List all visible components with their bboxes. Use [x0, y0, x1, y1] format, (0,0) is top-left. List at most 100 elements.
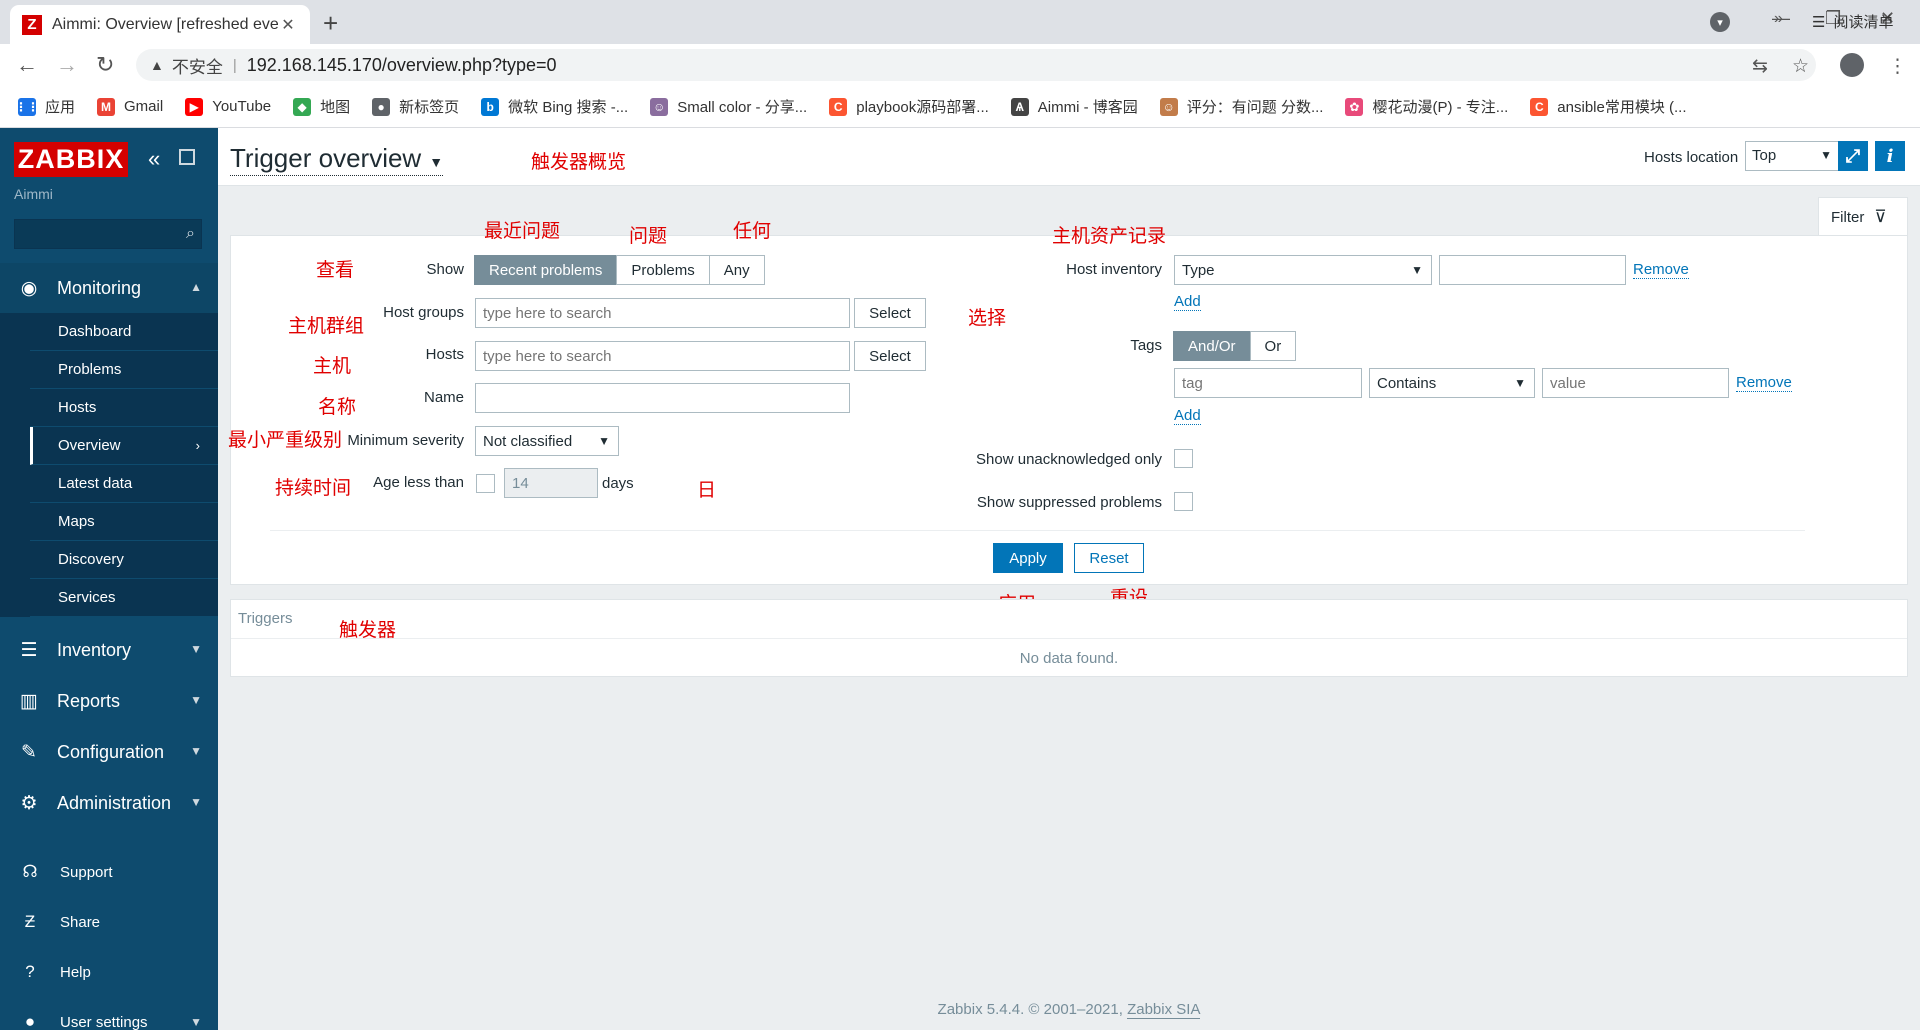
host-groups-label: Host groups [383, 304, 464, 321]
bookmark-item[interactable]: Cplaybook源码部署... [829, 96, 989, 117]
bookmark-item[interactable]: ▶ YouTube [185, 97, 271, 116]
search-icon[interactable]: ⌕ [186, 225, 195, 243]
annotation-days: 日 [697, 480, 717, 501]
maps-icon: ◆ [293, 97, 312, 116]
host-groups-select-button[interactable]: Select [854, 298, 926, 328]
menu-inventory-header[interactable]: ☰ Inventory ▼ [0, 625, 218, 675]
annotation-name: 名称 [318, 397, 357, 418]
reading-list[interactable]: ☰ 阅读清单 [1812, 11, 1893, 32]
show-option-any[interactable]: Any [708, 255, 765, 285]
sidebar-item-user-settings[interactable]: ● User settings ▼ [0, 997, 218, 1030]
apply-button[interactable]: Apply [993, 543, 1063, 573]
menu-administration-header[interactable]: ⚙ Administration ▼ [0, 778, 218, 828]
menu-kebab-icon[interactable]: ⋮ [1888, 55, 1907, 78]
show-option-recent-problems[interactable]: Recent problems [474, 255, 618, 285]
tag-name-input[interactable] [1174, 368, 1362, 398]
tags-option-or[interactable]: Or [1249, 331, 1297, 361]
inventory-remove-link[interactable]: Remove [1633, 261, 1689, 279]
youtube-icon: ▶ [185, 97, 204, 116]
menu-monitoring-label: Monitoring [57, 277, 142, 298]
bookmark-item[interactable]: ☺ 评分：有问题 分数... [1159, 96, 1323, 117]
bookmark-label: 地图 [320, 99, 351, 116]
sidebar-item-discovery[interactable]: Discovery [30, 541, 218, 579]
translate-icon[interactable]: ⇆ [1752, 55, 1768, 78]
tags-option-and-or[interactable]: And/Or [1173, 331, 1251, 361]
menu-reports-header[interactable]: ▥ Reports ▼ [0, 676, 218, 726]
warning-icon[interactable]: ▲ [150, 57, 164, 73]
tag-add-link[interactable]: Add [1174, 407, 1201, 425]
sidebar-item-hosts[interactable]: Hosts [30, 389, 218, 427]
sidebar-item-services[interactable]: Services [30, 579, 218, 617]
footer-link[interactable]: Zabbix SIA [1127, 1001, 1201, 1019]
bookmark-item[interactable]: ✿ 樱花动漫(P) - 专注... [1345, 96, 1508, 117]
tag-operator-select[interactable]: Contains ▼ [1369, 368, 1535, 398]
menu-monitoring-header[interactable]: ◉ Monitoring ▲ [0, 263, 218, 313]
sidebar-item-maps[interactable]: Maps [30, 503, 218, 541]
profile-avatar[interactable] [1840, 53, 1864, 77]
bookmark-star-icon[interactable]: ☆ [1792, 55, 1809, 78]
bookmark-item[interactable]: ⋮⋮ 应用 [15, 96, 75, 117]
annotation-any: 任何 [733, 221, 772, 242]
sidebar-item-help[interactable]: ? Help [0, 947, 218, 997]
fullscreen-icon[interactable]: ⤢ [1838, 141, 1868, 171]
menu-configuration-header[interactable]: ✎ Configuration ▼ [0, 727, 218, 777]
tab-search-icon[interactable]: ▾ [1710, 12, 1730, 32]
sidebar-item-share[interactable]: Ƶ Share [0, 897, 218, 947]
suppressed-checkbox[interactable] [1174, 492, 1193, 511]
age-input[interactable] [504, 468, 598, 498]
filter-tab[interactable]: Filter ⊽ [1818, 197, 1908, 236]
new-tab-icon[interactable]: + [323, 8, 338, 39]
close-tab-icon[interactable]: ✕ [278, 15, 298, 35]
bookmark-item[interactable]: ◆ 地图 [293, 96, 350, 117]
url-text: 192.168.145.170/overview.php?type=0 [246, 54, 557, 75]
zabbix-logo[interactable]: ZABBIX [14, 142, 128, 177]
bookmark-item[interactable]: M Gmail [97, 97, 164, 116]
browser-tab[interactable]: Z Aimmi: Overview [refreshed every 30 se… [10, 5, 310, 44]
bookmark-item[interactable]: b 微软 Bing 搜索 -... [481, 96, 628, 117]
sidebar-item-support[interactable]: ☊ Support [0, 847, 218, 897]
hosts-select-button[interactable]: Select [854, 341, 926, 371]
sidebar-item-problems[interactable]: Problems [30, 351, 218, 389]
menu-reports: ▥ Reports ▼ [0, 676, 218, 726]
sidebar-search-input[interactable]: ⌕ [14, 219, 202, 249]
unacknowledged-checkbox[interactable] [1174, 449, 1193, 468]
tag-value-input[interactable] [1542, 368, 1729, 398]
back-icon[interactable]: ← [16, 52, 38, 78]
bookmark-item[interactable]: ● 新标签页 [372, 96, 459, 117]
info-icon[interactable]: i [1875, 141, 1905, 171]
kiosk-mode-icon[interactable] [179, 149, 195, 165]
inventory-type-select[interactable]: Type ▼ [1174, 255, 1432, 285]
forward-icon[interactable]: → [56, 52, 78, 78]
collapse-sidebar-icon[interactable]: « [148, 146, 160, 172]
host-groups-input[interactable] [475, 298, 850, 328]
inventory-add-link[interactable]: Add [1174, 293, 1201, 311]
sidebar-item-overview[interactable]: Overview › [30, 427, 218, 465]
sidebar-item-dashboard[interactable]: Dashboard [30, 313, 218, 351]
csdn-icon: C [829, 97, 848, 116]
bookmark-item[interactable]: Cansible常用模块 (... [1530, 96, 1687, 117]
bookmark-item[interactable]: Ѧ Aimmi - 博客园 [1010, 96, 1138, 117]
more-bookmarks-icon[interactable]: » [1774, 10, 1783, 28]
name-input[interactable] [475, 383, 850, 413]
chevron-down-icon: ▼ [1514, 376, 1526, 390]
chevron-down-icon: ▼ [429, 154, 444, 170]
tag-remove-link[interactable]: Remove [1736, 374, 1792, 392]
page-title[interactable]: Trigger overview ▼ [230, 143, 444, 176]
bookmark-label: Small color - 分享... [677, 99, 808, 116]
reload-icon[interactable]: ↻ [96, 52, 114, 78]
age-checkbox[interactable] [476, 474, 495, 493]
reset-button[interactable]: Reset [1074, 543, 1144, 573]
hosts-input[interactable] [475, 341, 850, 371]
min-severity-select[interactable]: Not classified ▼ [475, 426, 619, 456]
footer: Zabbix 5.4.4. © 2001–2021, Zabbix SIA [218, 1001, 1920, 1019]
sidebar-item-latest-data[interactable]: Latest data [30, 465, 218, 503]
bookmark-label: Gmail [124, 98, 164, 115]
url-field[interactable]: ▲ 不安全 | 192.168.145.170/overview.php?typ… [136, 49, 1816, 81]
show-option-problems[interactable]: Problems [616, 255, 710, 285]
sidebar-item-label: Discovery [58, 551, 124, 568]
inventory-value-input[interactable] [1439, 255, 1626, 285]
hosts-location-select[interactable]: Top ▼ [1745, 141, 1841, 171]
bookmark-item[interactable]: ☺ Small color - 分享... [650, 96, 807, 117]
annotation-age: 持续时间 [275, 478, 352, 499]
menu-configuration-label: Configuration [57, 741, 165, 762]
